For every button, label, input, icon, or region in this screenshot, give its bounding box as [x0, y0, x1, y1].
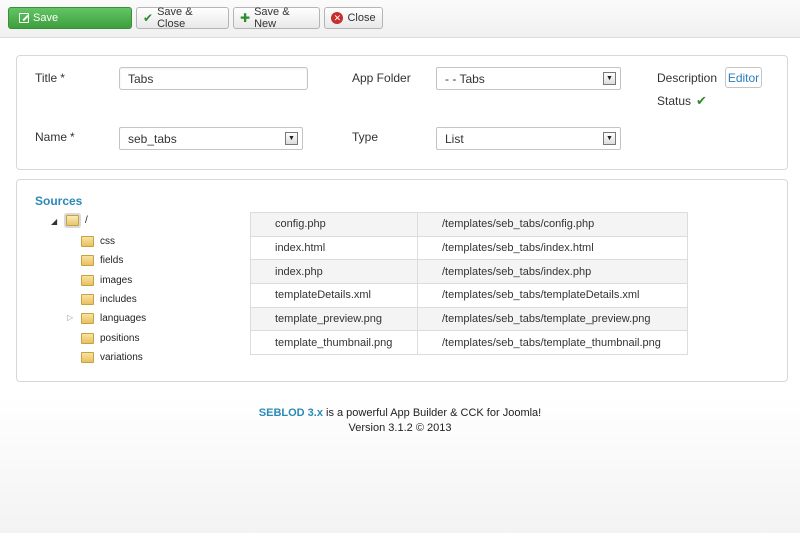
- name-label: Name *: [35, 130, 75, 144]
- footer-tagline: SEBLOD 3.x is a powerful App Builder & C…: [0, 406, 800, 421]
- tree-item-label: includes: [100, 294, 137, 305]
- edit-icon: [19, 13, 29, 23]
- tree-item-label: variations: [100, 352, 143, 363]
- tree-item-fields[interactable]: fields: [81, 255, 123, 266]
- app-folder-label: App Folder: [352, 71, 411, 85]
- tree-item-includes[interactable]: includes: [81, 294, 137, 305]
- folder-icon: [81, 352, 94, 363]
- tree-item-variations[interactable]: variations: [81, 352, 143, 363]
- title-label: Title *: [35, 71, 65, 85]
- folder-icon: [66, 215, 79, 226]
- tree-item-images[interactable]: images: [81, 275, 132, 286]
- tree-item-positions[interactable]: positions: [81, 333, 139, 344]
- folder-icon: [81, 275, 94, 286]
- table-row[interactable]: template_preview.png /templates/seb_tabs…: [250, 306, 688, 332]
- folder-icon: [81, 313, 94, 324]
- tree-item-label: fields: [100, 255, 124, 266]
- chevron-down-icon: ▼: [285, 132, 298, 145]
- table-row[interactable]: index.php /templates/seb_tabs/index.php: [250, 259, 688, 285]
- save-button-label: Save: [33, 12, 59, 24]
- file-name-cell: templateDetails.xml: [250, 283, 418, 308]
- chevron-down-icon: ▼: [603, 132, 616, 145]
- type-label: Type: [352, 130, 379, 144]
- file-name-cell: config.php: [250, 212, 418, 237]
- tree-root[interactable]: /: [66, 215, 88, 226]
- tree-item-label: images: [100, 275, 133, 286]
- status-label: Status: [657, 94, 692, 108]
- file-name-cell: index.html: [250, 235, 418, 261]
- table-row[interactable]: template_thumbnail.png /templates/seb_ta…: [250, 330, 688, 356]
- name-select[interactable]: seb_tabs ▼: [119, 127, 303, 150]
- footer-version: Version 3.1.2 © 2013: [348, 422, 452, 434]
- file-path-cell: /templates/seb_tabs/index.php: [417, 259, 688, 285]
- close-button[interactable]: ✕ Close: [324, 7, 383, 29]
- table-row[interactable]: templateDetails.xml /templates/seb_tabs/…: [250, 283, 688, 308]
- file-path-cell: /templates/seb_tabs/templateDetails.xml: [417, 283, 688, 308]
- title-input[interactable]: Tabs: [119, 67, 308, 90]
- file-name-cell: template_preview.png: [250, 306, 418, 332]
- footer-tagline-text: is a powerful App Builder & CCK for Joom…: [322, 407, 542, 419]
- tree-item-label: positions: [100, 333, 140, 344]
- plus-icon: ✚: [240, 11, 251, 25]
- type-select-value: List: [445, 132, 464, 146]
- folder-icon: [81, 333, 94, 344]
- folder-icon: [81, 236, 94, 247]
- tree-item-label: languages: [100, 313, 147, 324]
- footer: SEBLOD 3.x is a powerful App Builder & C…: [0, 406, 800, 436]
- file-name-cell: index.php: [250, 259, 418, 285]
- footer-brand-link[interactable]: SEBLOD 3.x: [259, 407, 323, 419]
- save-close-button-label: Save & Close: [157, 6, 193, 30]
- editor-button[interactable]: Editor: [725, 67, 762, 88]
- file-path-cell: /templates/seb_tabs/index.html: [417, 235, 688, 261]
- app-folder-select-value: - - Tabs: [445, 72, 485, 86]
- save-button[interactable]: Save: [8, 7, 132, 29]
- file-path-cell: /templates/seb_tabs/template_preview.png: [417, 306, 688, 332]
- expanded-triangle-icon[interactable]: ◢: [51, 217, 57, 226]
- sources-title: Sources: [35, 194, 83, 208]
- tree-root-label: /: [85, 215, 88, 226]
- table-row[interactable]: config.php /templates/seb_tabs/config.ph…: [250, 212, 688, 237]
- tree-item-css[interactable]: css: [81, 236, 115, 247]
- app-folder-select[interactable]: - - Tabs ▼: [436, 67, 621, 90]
- type-select[interactable]: List ▼: [436, 127, 621, 150]
- file-path-cell: /templates/seb_tabs/config.php: [417, 212, 688, 237]
- file-name-cell: template_thumbnail.png: [250, 330, 418, 356]
- tree-item-label: css: [100, 236, 115, 247]
- toolbar: Save ✔ Save & Close ✚ Save & New ✕ Close: [0, 0, 800, 38]
- collapsed-triangle-icon[interactable]: ▷: [67, 313, 73, 322]
- table-row[interactable]: index.html /templates/seb_tabs/index.htm…: [250, 235, 688, 261]
- close-button-label: Close: [347, 12, 376, 24]
- status-check-icon: ✔: [696, 93, 707, 108]
- save-new-button[interactable]: ✚ Save & New: [233, 6, 320, 30]
- tree-item-languages[interactable]: languages: [81, 313, 146, 324]
- description-label: Description: [657, 71, 718, 85]
- check-icon: ✔: [143, 11, 154, 25]
- name-select-value: seb_tabs: [128, 132, 177, 146]
- files-table: config.php /templates/seb_tabs/config.ph…: [250, 212, 688, 356]
- save-new-button-label: Save & New: [254, 6, 290, 30]
- file-path-cell: /templates/seb_tabs/template_thumbnail.p…: [417, 330, 688, 356]
- folder-icon: [81, 294, 94, 305]
- save-close-button[interactable]: ✔ Save & Close: [136, 6, 229, 30]
- sources-panel: Sources ◢ / css fields images includes ▷…: [16, 179, 788, 382]
- folder-icon: [81, 255, 94, 266]
- close-icon: ✕: [331, 12, 344, 24]
- chevron-down-icon: ▼: [603, 72, 616, 85]
- properties-panel: Title * Tabs Name * seb_tabs ▼ App Folder …: [16, 55, 788, 170]
